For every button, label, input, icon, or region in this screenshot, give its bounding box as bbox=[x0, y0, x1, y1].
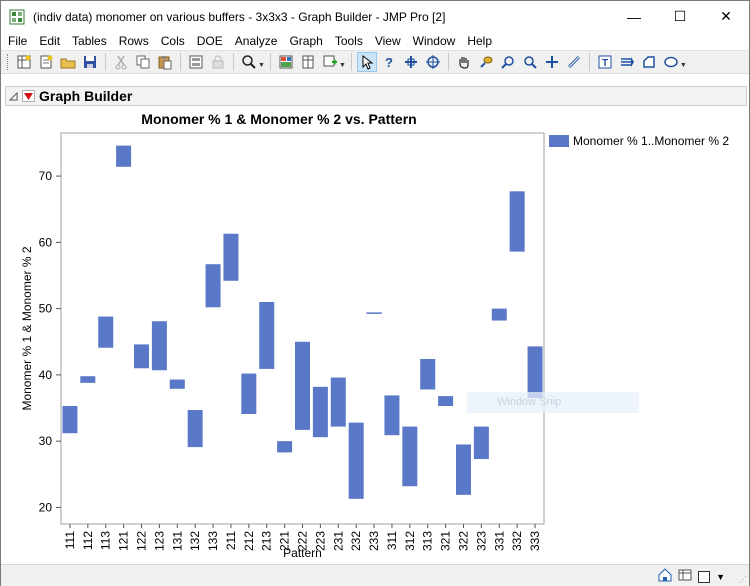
x-tick-label: 212 bbox=[242, 531, 256, 551]
range-bar bbox=[491, 308, 507, 321]
x-tick-label: 331 bbox=[492, 531, 506, 551]
x-tick-label: 122 bbox=[135, 531, 149, 551]
y-tick-label: 40 bbox=[39, 368, 53, 382]
range-bar bbox=[473, 426, 489, 460]
legend-swatch bbox=[549, 135, 569, 147]
x-tick-label: 211 bbox=[224, 531, 238, 550]
x-tick-label: 322 bbox=[457, 531, 471, 551]
resize-grip-icon[interactable]: ⋰ bbox=[739, 575, 747, 584]
x-tick-label: 323 bbox=[474, 531, 488, 551]
x-tick-label: 133 bbox=[206, 531, 220, 551]
range-bar bbox=[98, 316, 114, 348]
range-bar bbox=[241, 373, 257, 414]
data-table-icon[interactable] bbox=[678, 568, 692, 585]
plot-frame bbox=[60, 132, 545, 525]
range-bar bbox=[312, 386, 328, 438]
range-bar bbox=[366, 312, 382, 314]
x-tick-label: 112 bbox=[81, 531, 95, 550]
window-list-checkbox[interactable] bbox=[698, 570, 711, 583]
range-bar bbox=[277, 441, 293, 453]
x-tick-label: 232 bbox=[349, 531, 363, 551]
x-tick-label: 113 bbox=[99, 531, 113, 550]
range-bar bbox=[62, 406, 78, 434]
range-bar bbox=[348, 422, 364, 499]
range-bar bbox=[187, 410, 203, 448]
x-tick-label: 121 bbox=[117, 531, 131, 551]
x-tick-label: 332 bbox=[510, 531, 524, 551]
range-bar bbox=[438, 396, 454, 407]
range-bar bbox=[116, 145, 132, 167]
status-bar: ▼ ⋰ bbox=[1, 564, 749, 586]
range-bar bbox=[456, 444, 471, 495]
x-tick-label: 131 bbox=[170, 531, 184, 551]
range-bar bbox=[205, 264, 221, 308]
x-tick-label: 313 bbox=[421, 531, 435, 551]
x-tick-label: 111 bbox=[63, 531, 77, 550]
range-bar bbox=[330, 377, 346, 427]
y-tick-label: 30 bbox=[39, 434, 53, 448]
x-tick-label: 132 bbox=[188, 531, 202, 551]
range-bar bbox=[384, 395, 400, 436]
range-bar bbox=[295, 341, 310, 430]
range-bar bbox=[420, 358, 436, 390]
y-tick-label: 70 bbox=[39, 169, 53, 183]
home-icon[interactable] bbox=[658, 568, 672, 585]
x-axis-label: Pattern bbox=[283, 546, 322, 560]
window-list-dropdown-icon[interactable]: ▼ bbox=[716, 572, 725, 582]
range-bar bbox=[134, 344, 149, 369]
range-bar bbox=[169, 379, 185, 389]
range-bar bbox=[80, 376, 96, 383]
range-bar bbox=[402, 426, 418, 487]
y-axis-label: Monomer % 1 & Monomer % 2 bbox=[20, 246, 34, 410]
plot-area[interactable]: 20 30 40 50 60 70 Monomer % 1 & Monomer % 2 111… bbox=[1, 1, 750, 586]
x-tick-label: 333 bbox=[528, 531, 542, 551]
range-bar bbox=[509, 191, 525, 252]
range-bar bbox=[223, 233, 239, 281]
x-tick-label: 321 bbox=[439, 531, 453, 551]
x-tick-label: 213 bbox=[260, 531, 274, 551]
y-tick-label: 50 bbox=[39, 302, 53, 316]
range-bar bbox=[259, 301, 275, 369]
x-tick-label: 312 bbox=[403, 531, 417, 551]
x-tick-label: 123 bbox=[152, 531, 166, 551]
legend-label: Monomer % 1..Monomer % 2 bbox=[573, 134, 730, 148]
range-bar bbox=[151, 321, 167, 371]
y-tick-label: 60 bbox=[39, 235, 53, 249]
legend: Monomer % 1..Monomer % 2 bbox=[549, 134, 729, 148]
x-tick-label: 231 bbox=[331, 531, 345, 551]
x-tick-label: 311 bbox=[385, 531, 399, 550]
range-bar bbox=[527, 346, 543, 399]
window-snip-overlay: Window Snip bbox=[467, 392, 639, 413]
app-window: (indiv data) monomer on various buffers … bbox=[0, 0, 750, 586]
y-tick-label: 20 bbox=[39, 500, 53, 514]
x-tick-label: 233 bbox=[367, 531, 381, 551]
